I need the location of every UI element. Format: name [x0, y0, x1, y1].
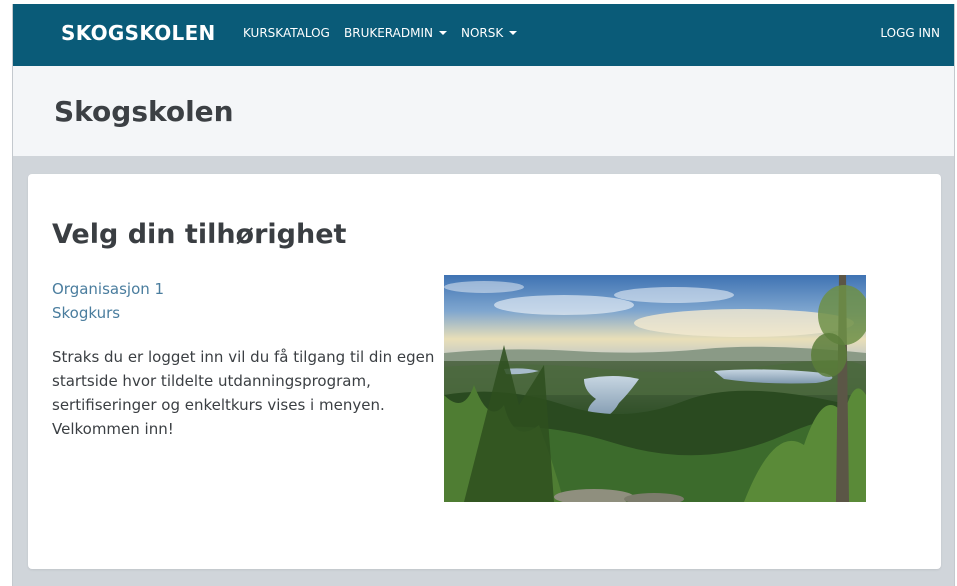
nav-kurskatalog[interactable]: KURSKATALOG [243, 26, 330, 40]
caret-down-icon [438, 30, 447, 35]
nav-brukeradmin-dropdown[interactable]: BRUKERADMIN [344, 26, 447, 40]
forest-landscape-image [444, 275, 866, 502]
nav-brukeradmin-label: BRUKERADMIN [344, 26, 433, 40]
page-header: Skogskolen [13, 66, 954, 156]
brand-logo[interactable]: SKOGSKOLEN [61, 21, 216, 45]
course-link[interactable]: Skogkurs [52, 304, 120, 322]
login-label: LOGG INN [880, 26, 940, 40]
top-navbar: SKOGSKOLEN KURSKATALOG BRUKERADMIN NORSK… [13, 4, 954, 66]
intro-text: Straks du er logget inn vil du få tilgan… [52, 348, 435, 438]
caret-down-icon [509, 30, 518, 35]
landscape-photo [444, 275, 866, 502]
organisation-link[interactable]: Organisasjon 1 [52, 280, 164, 298]
card-heading: Velg din tilhørighet [52, 219, 347, 250]
login-link[interactable]: LOGG INN [880, 26, 940, 40]
affiliation-card: Velg din tilhørighet Organisasjon 1 Skog… [28, 174, 941, 569]
app-frame: SKOGSKOLEN KURSKATALOG BRUKERADMIN NORSK… [12, 4, 955, 586]
nav-language-label: NORSK [461, 26, 504, 40]
nav-kurskatalog-label: KURSKATALOG [243, 26, 330, 40]
nav-language-dropdown[interactable]: NORSK [461, 26, 518, 40]
page-title: Skogskolen [54, 95, 234, 128]
